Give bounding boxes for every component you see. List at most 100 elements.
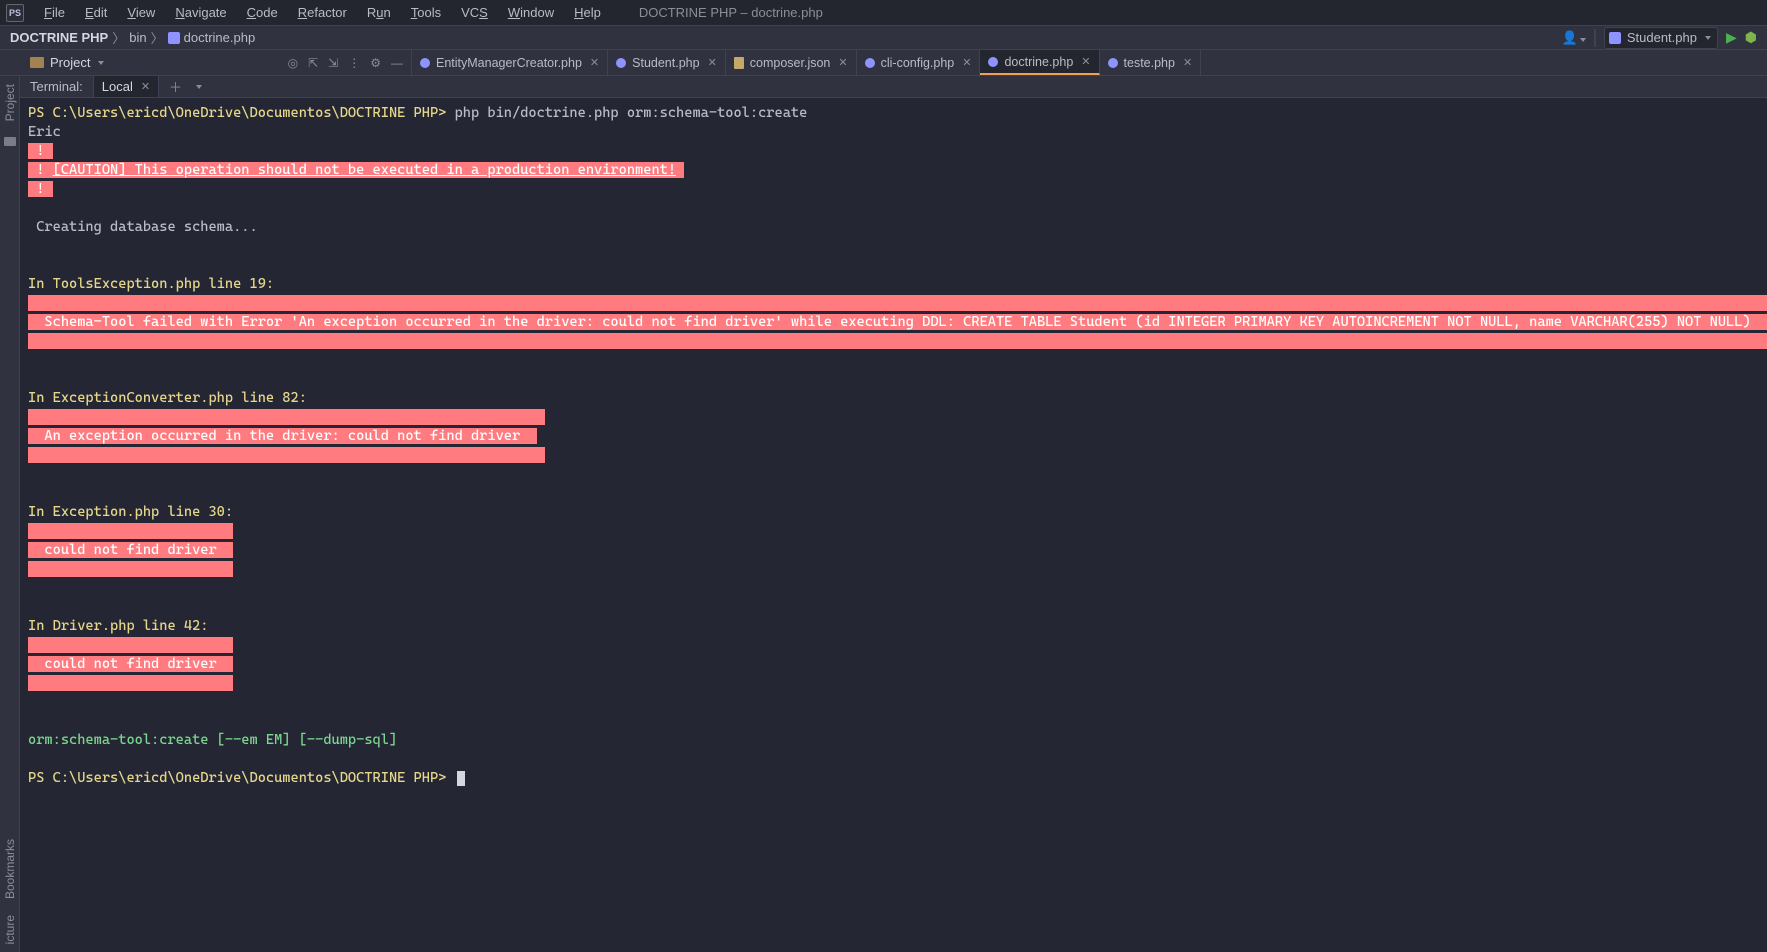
breadcrumb-root[interactable]: DOCTRINE PHP [10,30,108,45]
json-file-icon [734,57,744,69]
terminal-line: orm:schema-tool:create [--em EM] [--dump… [22,731,1767,750]
menu-code[interactable]: Code [237,1,288,24]
menu-window[interactable]: Window [498,1,564,24]
terminal-line [22,522,1767,541]
menu-tools[interactable]: Tools [401,1,451,24]
expand-all-icon[interactable]: ⇱ [308,56,318,70]
hide-icon[interactable]: — [391,56,403,70]
menu-edit[interactable]: Edit [75,1,117,24]
project-label[interactable]: Project [30,55,104,70]
terminal-line: Eric [22,123,1767,142]
gutter-structure[interactable]: icture [3,915,17,944]
menu-vcs[interactable]: VCS [451,1,498,24]
php-file-icon [616,58,626,68]
terminal-line: could not find driver [22,655,1767,674]
terminal-line: PS C:\Users\ericd\OneDrive\Documentos\DO… [22,769,1767,788]
breadcrumb-bin[interactable]: bin [129,30,146,45]
tab-label: cli-config.php [881,56,955,70]
editor-tab[interactable]: Student.php✕ [608,50,726,75]
editor-tab[interactable]: composer.json ✕ [726,50,857,75]
window-title: DOCTRINE PHP – doctrine.php [639,5,823,20]
terminal-tab-label: Local [102,79,133,94]
gutter-project[interactable]: Project [3,84,17,121]
editor-tab[interactable]: doctrine.php✕ [980,50,1099,75]
tab-label: teste.php [1124,56,1175,70]
terminal-line [22,199,1767,218]
terminal-line: ! [22,142,1767,161]
php-file-icon [1108,58,1118,68]
close-icon[interactable]: ✕ [1081,55,1090,68]
app-logo-text: PS [9,8,21,18]
target-icon[interactable]: ◎ [288,56,298,70]
close-icon[interactable]: ✕ [838,56,847,69]
debug-button[interactable]: ⬢ [1745,29,1757,46]
run-config-label: Student.php [1627,30,1697,45]
chevron-down-icon[interactable] [196,85,202,89]
editor-tab[interactable]: cli-config.php ✕ [857,50,981,75]
terminal-line [22,237,1767,256]
php-file-icon [865,58,875,68]
app-logo: PS [6,4,24,22]
editor-tab[interactable]: teste.php ✕ [1100,50,1202,75]
tab-label: EntityManagerCreator.php [436,56,582,70]
terminal-line: Schema-Tool failed with Error 'An except… [22,313,1767,332]
run-config-selector[interactable]: Student.php [1604,27,1718,49]
terminal-line [22,693,1767,712]
terminal-line [22,636,1767,655]
close-icon[interactable]: ✕ [590,56,599,69]
menu-navigate[interactable]: Navigate [165,1,236,24]
separator: ⋮ [348,56,360,70]
breadcrumb-sep: 〉 [151,28,164,47]
terminal-line [22,560,1767,579]
terminal-line [22,408,1767,427]
terminal-line: In Driver.php line 42: [22,617,1767,636]
close-icon[interactable]: ✕ [708,56,717,69]
terminal-line: PS C:\Users\ericd\OneDrive\Documentos\DO… [22,104,1767,123]
terminal-line: ! [CAUTION] This operation should not be… [22,161,1767,180]
close-icon[interactable]: ✕ [141,80,150,93]
terminal-line [22,370,1767,389]
terminal-title: Terminal: [20,76,94,97]
terminal-line [22,332,1767,351]
menu-run[interactable]: Run [357,1,401,24]
terminal-line [22,294,1767,313]
user-icon[interactable]: 👤 [1562,30,1586,46]
gutter-bookmarks[interactable]: Bookmarks [3,839,17,899]
toolrow: Project ◎ ⇱ ⇲ ⋮ ⚙ — EntityManagerCreator… [0,50,1767,76]
menu-file[interactable]: File [34,1,75,24]
menu-help[interactable]: Help [564,1,611,24]
folder-icon[interactable] [4,137,16,146]
php-file-icon [988,57,998,67]
project-label-text: Project [50,55,90,70]
close-icon[interactable]: ✕ [962,56,971,69]
close-icon[interactable]: ✕ [1183,56,1192,69]
add-terminal-icon[interactable]: ＋ [169,77,182,96]
php-file-icon [168,32,180,44]
chevron-down-icon [1705,36,1711,40]
terminal-line [22,579,1767,598]
terminal-line: ! [22,180,1767,199]
terminal[interactable]: PS C:\Users\ericd\OneDrive\Documentos\DO… [20,98,1767,952]
terminal-line [22,598,1767,617]
collapse-all-icon[interactable]: ⇲ [328,56,338,70]
terminal-tabbar: Terminal: Local ✕ ＋ [20,76,1767,98]
terminal-tab-local[interactable]: Local ✕ [94,76,159,97]
terminal-line: Creating database schema... [22,218,1767,237]
breadcrumb-file[interactable]: doctrine.php [184,30,256,45]
terminal-line: An exception occurred in the driver: cou… [22,427,1767,446]
terminal-line: In ExceptionConverter.php line 82: [22,389,1767,408]
settings-icon[interactable]: ⚙ [370,56,381,70]
menu-refactor[interactable]: Refactor [288,1,357,24]
content: Terminal: Local ✕ ＋ PS C:\Users\ericd\On… [20,76,1767,952]
chevron-down-icon [98,61,104,65]
editor-tab[interactable]: EntityManagerCreator.php ✕ [412,50,608,75]
terminal-line [22,351,1767,370]
terminal-line: In Exception.php line 30: [22,503,1767,522]
terminal-line: In ToolsException.php line 19: [22,275,1767,294]
tab-label: composer.json [750,56,831,70]
project-toolbar: Project ◎ ⇱ ⇲ ⋮ ⚙ — [0,50,412,75]
run-button[interactable]: ▶ [1726,29,1737,46]
terminal-line [22,712,1767,731]
menu-view[interactable]: View [117,1,165,24]
terminal-line [22,484,1767,503]
